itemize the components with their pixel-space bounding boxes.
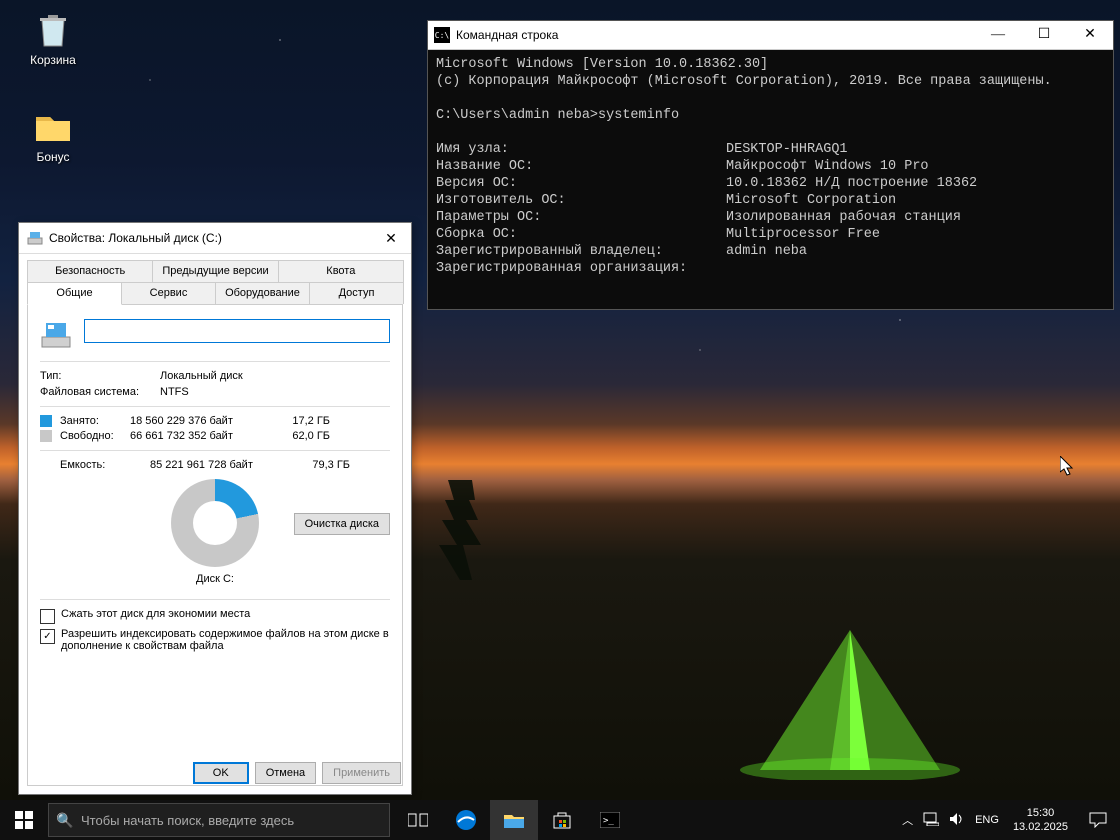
search-icon: 🔍 bbox=[49, 812, 81, 829]
recycle-bin-label: Корзина bbox=[15, 53, 91, 67]
type-label: Тип: bbox=[40, 370, 160, 382]
search-box[interactable]: 🔍Чтобы начать поиск, введите здесь bbox=[48, 803, 390, 837]
tab-quota[interactable]: Квота bbox=[278, 260, 404, 282]
svg-text:>_: >_ bbox=[603, 816, 614, 826]
tab-tools[interactable]: Сервис bbox=[121, 282, 216, 304]
capacity-bytes: 85 221 961 728 байт bbox=[150, 459, 290, 471]
volume-icon[interactable] bbox=[949, 812, 965, 829]
tab-general[interactable]: Общие bbox=[27, 282, 122, 305]
action-center-button[interactable] bbox=[1076, 800, 1120, 840]
free-bytes: 66 661 732 352 байт bbox=[130, 430, 270, 442]
disk-label: Диск C: bbox=[40, 573, 390, 585]
properties-title: Свойства: Локальный диск (C:) bbox=[49, 231, 375, 245]
fs-label: Файловая система: bbox=[40, 386, 160, 398]
drive-properties-window: Свойства: Локальный диск (C:) ✕ Безопасн… bbox=[18, 222, 412, 795]
cmd-icon: C:\ bbox=[434, 27, 450, 43]
used-bytes: 18 560 229 376 байт bbox=[130, 415, 270, 427]
cancel-button[interactable]: Отмена bbox=[255, 762, 316, 784]
used-gb: 17,2 ГБ bbox=[270, 415, 330, 427]
language-indicator[interactable]: ENG bbox=[975, 814, 999, 826]
free-label: Свободно: bbox=[60, 430, 130, 442]
cmd-taskbar-icon[interactable]: >_ bbox=[586, 800, 634, 840]
tab-previous-versions[interactable]: Предыдущие версии bbox=[152, 260, 278, 282]
start-button[interactable] bbox=[0, 800, 48, 840]
free-gb: 62,0 ГБ bbox=[270, 430, 330, 442]
search-placeholder: Чтобы начать поиск, введите здесь bbox=[81, 813, 294, 828]
fs-value: NTFS bbox=[160, 386, 189, 398]
ok-button[interactable]: OK bbox=[193, 762, 249, 784]
store-taskbar-icon[interactable] bbox=[538, 800, 586, 840]
type-value: Локальный диск bbox=[160, 370, 243, 382]
disk-cleanup-button[interactable]: Очистка диска bbox=[294, 513, 390, 535]
recycle-bin-icon[interactable]: Корзина bbox=[15, 8, 91, 67]
close-button[interactable]: ✕ bbox=[375, 227, 407, 249]
tray-chevron-icon[interactable]: ︿ bbox=[902, 812, 913, 828]
taskbar: 🔍Чтобы начать поиск, введите здесь >_ ︿ … bbox=[0, 800, 1120, 840]
edge-taskbar-icon[interactable] bbox=[442, 800, 490, 840]
taskbar-clock[interactable]: 15:3013.02.2025 bbox=[1005, 806, 1076, 834]
cmd-window: C:\ Командная строка — ☐ ✕ Microsoft Win… bbox=[427, 20, 1114, 310]
network-icon[interactable] bbox=[923, 812, 939, 829]
tab-security[interactable]: Безопасность bbox=[27, 260, 153, 282]
apply-button[interactable]: Применить bbox=[322, 762, 401, 784]
tab-panel-general: Тип:Локальный диск Файловая система:NTFS… bbox=[27, 304, 403, 786]
wallpaper-tent bbox=[740, 620, 960, 780]
drive-large-icon bbox=[40, 319, 72, 351]
bonus-folder-label: Бонус bbox=[15, 150, 91, 164]
drive-icon bbox=[27, 230, 43, 246]
used-label: Занято: bbox=[60, 415, 130, 427]
cmd-close-button[interactable]: ✕ bbox=[1067, 21, 1113, 49]
bonus-folder-icon[interactable]: Бонус bbox=[15, 105, 91, 164]
index-label: Разрешить индексировать содержимое файло… bbox=[61, 628, 390, 652]
capacity-label: Емкость: bbox=[60, 459, 150, 471]
disk-usage-pie bbox=[171, 479, 259, 567]
free-swatch bbox=[40, 430, 52, 442]
explorer-taskbar-icon[interactable] bbox=[490, 800, 538, 840]
compress-checkbox[interactable] bbox=[40, 609, 55, 624]
compress-label: Сжать этот диск для экономии места bbox=[61, 608, 250, 620]
used-swatch bbox=[40, 415, 52, 427]
tab-hardware[interactable]: Оборудование bbox=[215, 282, 310, 304]
task-view-button[interactable] bbox=[394, 800, 442, 840]
cmd-title: Командная строка bbox=[456, 28, 975, 42]
capacity-gb: 79,3 ГБ bbox=[290, 459, 350, 471]
index-checkbox[interactable]: ✓ bbox=[40, 629, 55, 644]
cmd-output[interactable]: Microsoft Windows [Version 10.0.18362.30… bbox=[428, 50, 1113, 309]
minimize-button[interactable]: — bbox=[975, 21, 1021, 49]
tab-sharing[interactable]: Доступ bbox=[309, 282, 404, 304]
drive-name-input[interactable] bbox=[84, 319, 390, 343]
maximize-button[interactable]: ☐ bbox=[1021, 21, 1067, 49]
